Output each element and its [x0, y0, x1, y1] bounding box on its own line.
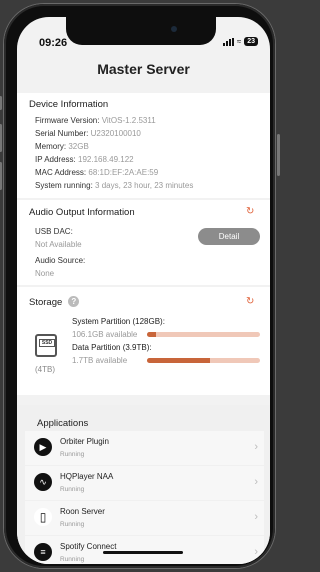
hqplayer-icon: ∿ [34, 473, 52, 491]
data-partition-bar [147, 358, 260, 363]
storage-heading: Storage [29, 297, 63, 308]
roon-icon: ▯ [34, 508, 52, 526]
battery-icon: 23 [244, 37, 258, 46]
wifi-icon: ≈ [236, 37, 242, 46]
volume-down-button [0, 162, 2, 190]
spotify-icon: ≡ [34, 543, 52, 561]
data-partition-available: 1.7TB available [72, 356, 128, 365]
memory-value: 32GB [68, 142, 89, 151]
system-partition-label: System Partition (128GB): [72, 317, 165, 326]
app-item-roon[interactable]: ▯ Roon Server Running › [25, 501, 264, 535]
ssd-label: SSD [39, 339, 55, 347]
chevron-right-icon: › [254, 441, 258, 453]
audio-output-section: Audio Output Information ↻ USB DAC: Not … [17, 200, 270, 285]
app-name: Spotify Connect [60, 542, 117, 551]
app-status: Running [60, 486, 85, 493]
memory-row: Memory: 32GB [35, 142, 89, 151]
app-item-orbiter[interactable]: ▶ Orbiter Plugin Running › [25, 431, 264, 465]
memory-label: Memory: [35, 142, 67, 151]
home-indicator[interactable] [103, 551, 183, 554]
screen: 09:26 ≈ 23 Master Server Device Informat… [17, 17, 270, 564]
audio-refresh-icon[interactable]: ↻ [246, 207, 256, 217]
orbiter-icon: ▶ [34, 438, 52, 456]
app-status: Running [60, 521, 85, 528]
system-partition-bar [147, 332, 260, 337]
device-info-heading: Device Information [29, 99, 109, 110]
firmware-value: VitOS-1.2.5311 [101, 116, 156, 125]
chevron-right-icon: › [254, 511, 258, 523]
ip-label: IP Address: [35, 155, 76, 164]
audio-output-heading: Audio Output Information [29, 207, 135, 218]
storage-refresh-icon[interactable]: ↻ [246, 297, 256, 307]
status-icons: ≈ 23 [222, 37, 258, 46]
ssd-capacity: (4TB) [35, 365, 55, 374]
app-name: Roon Server [60, 507, 105, 516]
app-status: Running [60, 556, 85, 563]
chevron-right-icon: › [254, 546, 258, 558]
firmware-row: Firmware Version: VitOS-1.2.5311 [35, 116, 156, 125]
app-status: Running [60, 451, 85, 458]
data-partition-label: Data Partition (3.9TB): [72, 343, 152, 352]
mac-row: MAC Address: 68:1D:EF:2A:AE:59 [35, 168, 158, 177]
uptime-value: 3 days, 23 hour, 23 minutes [95, 181, 194, 190]
detail-button[interactable]: Detail [198, 228, 260, 245]
firmware-label: Firmware Version: [35, 116, 100, 125]
volume-up-button [0, 124, 2, 152]
serial-label: Serial Number: [35, 129, 89, 138]
system-partition-available: 106.1GB available [72, 330, 138, 339]
help-icon[interactable]: ? [68, 296, 80, 307]
ip-row: IP Address: 192.168.49.122 [35, 155, 134, 164]
applications-section: Applications ▶ Orbiter Plugin Running › … [17, 405, 270, 564]
audio-source-value: None [35, 269, 55, 278]
signal-icon [222, 37, 234, 46]
ip-value: 192.168.49.122 [78, 155, 134, 164]
audio-source-label: Audio Source: [35, 256, 86, 265]
usb-dac-label: USB DAC: [35, 227, 73, 236]
serial-row: Serial Number: U2320100010 [35, 129, 141, 138]
mute-switch [0, 96, 2, 110]
system-partition-fill [147, 332, 157, 337]
mac-value: 68:1D:EF:2A:AE:59 [88, 168, 159, 177]
data-partition-fill [147, 358, 211, 363]
app-item-spotify[interactable]: ≡ Spotify Connect Running › [25, 536, 264, 564]
app-item-hqplayer[interactable]: ∿ HQPlayer NAA Running › [25, 466, 264, 500]
uptime-label: System running: [35, 181, 93, 190]
usb-dac-value: Not Available [35, 240, 82, 249]
app-name: Orbiter Plugin [60, 437, 109, 446]
uptime-row: System running: 3 days, 23 hour, 23 minu… [35, 181, 193, 190]
power-button [277, 134, 280, 176]
applications-heading: Applications [37, 418, 89, 429]
phone-frame: 09:26 ≈ 23 Master Server Device Informat… [0, 4, 280, 568]
app-name: HQPlayer NAA [60, 472, 114, 481]
notch [66, 17, 216, 45]
serial-value: U2320100010 [90, 129, 141, 138]
camera-dot [171, 26, 177, 32]
page-title: Master Server [97, 61, 190, 77]
ssd-icon: SSD [35, 334, 57, 357]
status-time: 09:26 [39, 37, 68, 49]
device-info-section: Device Information Firmware Version: Vit… [17, 93, 270, 198]
storage-heading-row: Storage? [29, 296, 80, 308]
chevron-right-icon: › [254, 476, 258, 488]
mac-label: MAC Address: [35, 168, 87, 177]
